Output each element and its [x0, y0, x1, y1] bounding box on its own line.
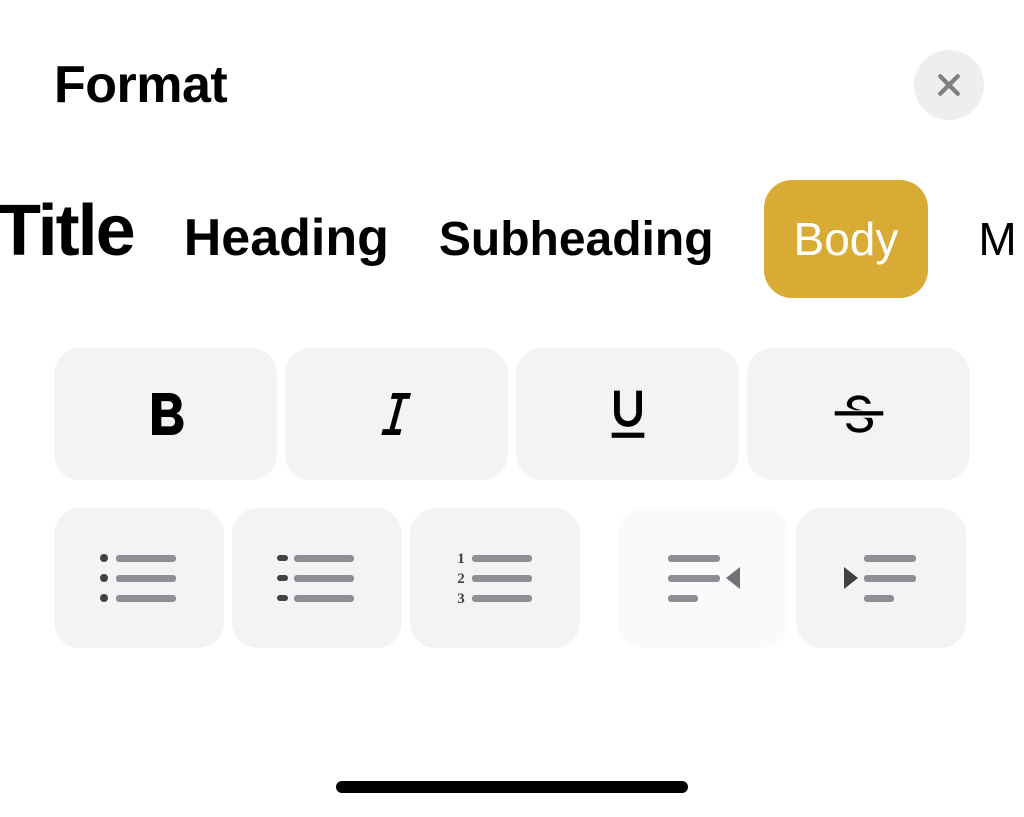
style-title[interactable]: Title	[0, 190, 134, 272]
text-format-row	[0, 348, 1024, 480]
dash-list-button[interactable]	[232, 508, 402, 648]
outdent-icon	[658, 543, 748, 613]
bold-icon	[138, 386, 194, 442]
bold-button[interactable]	[54, 348, 277, 480]
underline-icon	[600, 386, 656, 442]
underline-button[interactable]	[516, 348, 739, 480]
bullet-list-icon	[94, 543, 184, 613]
svg-text:1: 1	[457, 551, 465, 567]
style-body[interactable]: Body	[764, 180, 929, 298]
style-monospaced[interactable]: M	[978, 212, 1016, 266]
italic-icon	[369, 386, 425, 442]
numbered-list-icon: 1 2 3	[450, 543, 540, 613]
home-indicator[interactable]	[336, 781, 688, 793]
indent-buttons-group	[618, 508, 966, 648]
svg-text:3: 3	[457, 591, 465, 607]
strikethrough-icon	[831, 386, 887, 442]
close-button[interactable]	[914, 50, 984, 120]
outdent-button[interactable]	[618, 508, 788, 648]
panel-header: Format	[0, 10, 1024, 150]
indent-icon	[836, 543, 926, 613]
list-buttons-group: 1 2 3	[54, 508, 580, 648]
numbered-list-button[interactable]: 1 2 3	[410, 508, 580, 648]
style-heading[interactable]: Heading	[184, 208, 389, 268]
italic-button[interactable]	[285, 348, 508, 480]
strikethrough-button[interactable]	[747, 348, 970, 480]
bullet-list-button[interactable]	[54, 508, 224, 648]
paragraph-styles-row[interactable]: Title Heading Subheading Body M	[0, 150, 1024, 348]
list-format-row: 1 2 3	[0, 508, 1024, 648]
dash-list-icon	[272, 543, 362, 613]
svg-text:2: 2	[457, 571, 465, 587]
indent-button[interactable]	[796, 508, 966, 648]
style-subheading[interactable]: Subheading	[439, 212, 714, 267]
close-icon	[934, 70, 964, 100]
panel-title: Format	[54, 55, 227, 115]
format-panel: Format Title Heading Subheading Body M	[0, 0, 1024, 817]
